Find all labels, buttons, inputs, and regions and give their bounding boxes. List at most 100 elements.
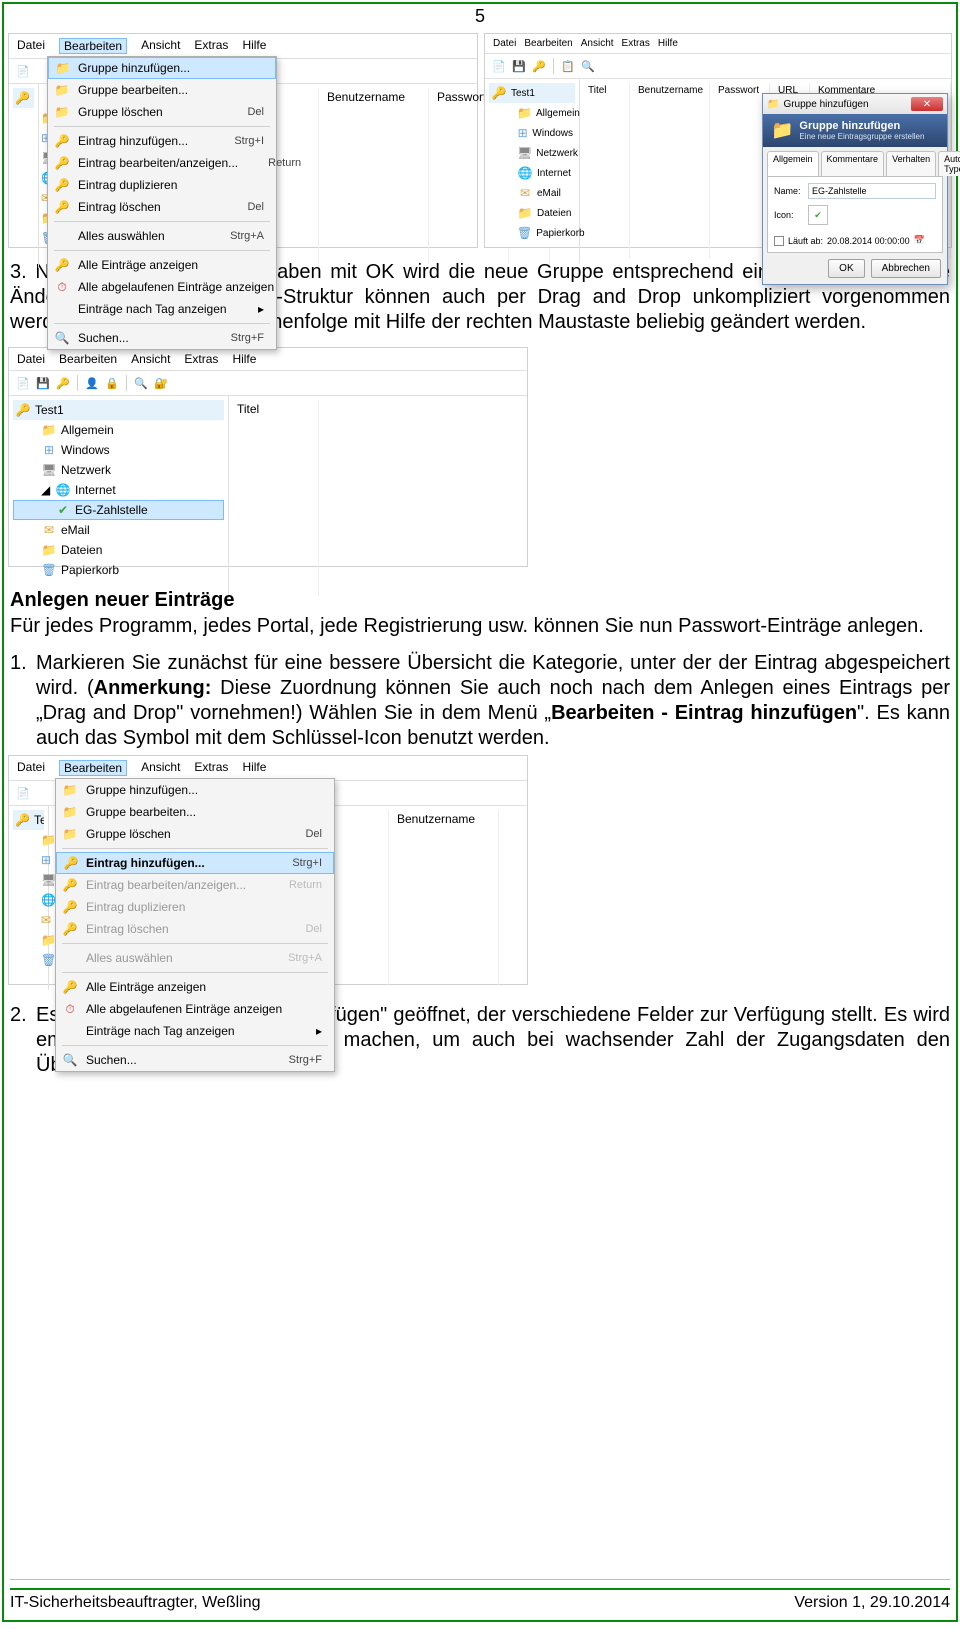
tree-eg-zahlstelle[interactable]: ✔EG-Zahlstelle xyxy=(13,500,224,520)
tree-windows[interactable]: ⊞Windows xyxy=(13,440,224,460)
menu-eintrag-bearbeiten: 🔑 Eintrag bearbeiten/anzeigen... Return xyxy=(56,874,334,896)
menu-gruppe-loeschen[interactable]: 📁 Gruppe löschen Del xyxy=(56,823,334,845)
new-icon[interactable]: 📄 xyxy=(15,785,31,801)
col-titel[interactable]: Titel xyxy=(580,83,630,259)
menu-tag-anzeigen[interactable]: Einträge nach Tag anzeigen▸ xyxy=(48,298,276,320)
expire-value[interactable]: 20.08.2014 00:00:00 xyxy=(827,236,910,246)
search-icon[interactable]: 🔍 xyxy=(133,375,149,391)
menu-bearbeiten[interactable]: Bearbeiten xyxy=(524,38,572,49)
menu-extras[interactable]: Extras xyxy=(622,38,650,49)
menu-eintrag-hinzufuegen[interactable]: 🔑 Eintrag hinzufügen... Strg+I xyxy=(48,130,276,152)
expire-picker-icon[interactable]: 📅 xyxy=(914,235,925,246)
menu-hilfe[interactable]: Hilfe xyxy=(232,352,256,366)
tree-allgemein[interactable]: 📁Allgemein xyxy=(489,103,575,123)
menu-hilfe[interactable]: Hilfe xyxy=(242,760,266,776)
tree-email[interactable]: ✉eMail xyxy=(13,520,224,540)
menu-ansicht[interactable]: Ansicht xyxy=(141,760,180,776)
menu-gruppe-bearbeiten[interactable]: 📁 Gruppe bearbeiten... xyxy=(48,79,276,101)
menu-gruppe-hinzufuegen[interactable]: 📁 Gruppe hinzufügen... xyxy=(48,57,276,79)
menu-extras[interactable]: Extras xyxy=(194,38,228,54)
menu-ansicht[interactable]: Ansicht xyxy=(131,352,170,366)
new-icon[interactable]: 📄 xyxy=(15,375,31,391)
tree-root[interactable]: 🔑Test xyxy=(13,88,34,108)
menu-extras[interactable]: Extras xyxy=(194,760,228,776)
tree-netzwerk[interactable]: 🖥Netzwerk xyxy=(13,460,224,480)
key-icon[interactable]: 🔑 xyxy=(531,58,547,74)
db-icon: 🔑 xyxy=(491,85,507,101)
folder-icon: 📁 xyxy=(517,205,533,221)
menu-suchen[interactable]: 🔍 Suchen... Strg+F xyxy=(48,327,276,349)
menu-eintrag-duplizieren[interactable]: 🔑 Eintrag duplizieren xyxy=(48,174,276,196)
name-input[interactable]: EG-Zahlstelle xyxy=(808,183,936,199)
keepass-window-mid: Datei Bearbeiten Ansicht Extras Hilfe 📄 … xyxy=(8,347,528,567)
col-titel[interactable]: Titel xyxy=(229,400,319,596)
tree-root[interactable]: 🔑Test1 xyxy=(489,83,575,103)
menu-gruppe-hinzufuegen[interactable]: 📁 Gruppe hinzufügen... xyxy=(56,779,334,801)
menu-eintrag-hinzufuegen[interactable]: 🔑 Eintrag hinzufügen... Strg+I xyxy=(56,852,334,874)
new-icon[interactable]: 📄 xyxy=(491,58,507,74)
save-icon[interactable]: 💾 xyxy=(35,375,51,391)
db-icon: 🔑 xyxy=(15,812,30,828)
search-icon[interactable]: 🔍 xyxy=(580,58,596,74)
tree-windows[interactable]: ⊞Windows xyxy=(489,123,575,143)
menu-gruppe-loeschen[interactable]: 📁 Gruppe löschen Del xyxy=(48,101,276,123)
menu-hilfe[interactable]: Hilfe xyxy=(242,38,266,54)
menu-bearbeiten[interactable]: Bearbeiten xyxy=(59,760,127,776)
menu-alles-auswaehlen[interactable]: Alles auswählen Strg+A xyxy=(48,225,276,247)
tab-kommentare[interactable]: Kommentare xyxy=(821,151,885,176)
tree-email[interactable]: ✉eMail xyxy=(489,183,575,203)
menu-tag-anzeigen[interactable]: Einträge nach Tag anzeigen▸ xyxy=(56,1020,334,1042)
col-benutzer[interactable]: Benutzername xyxy=(389,810,499,986)
tree-allgemein[interactable]: 📁Allgemein xyxy=(13,420,224,440)
tree-papierkorb[interactable]: 🗑Papierkorb xyxy=(489,223,575,243)
menu-alle-anzeigen[interactable]: 🔑 Alle Einträge anzeigen xyxy=(48,254,276,276)
db-icon: 🔑 xyxy=(15,90,30,106)
menu-eintrag-bearbeiten[interactable]: 🔑 Eintrag bearbeiten/anzeigen... Return xyxy=(48,152,276,174)
col-benutzer[interactable]: Benutzername xyxy=(319,88,429,264)
tree-root[interactable]: 🔑Test1 xyxy=(13,400,224,420)
pass-copy-icon[interactable]: 🔒 xyxy=(104,375,120,391)
col-passwort[interactable]: Passwort xyxy=(710,83,770,259)
tree-papierkorb[interactable]: 🗑Papierkorb xyxy=(13,560,224,580)
tab-verhalten[interactable]: Verhalten xyxy=(886,151,936,176)
menu-hilfe[interactable]: Hilfe xyxy=(658,38,678,49)
lock-icon[interactable]: 🔐 xyxy=(153,375,169,391)
close-icon[interactable]: ✕ xyxy=(911,97,943,111)
menu-eintrag-loeschen[interactable]: 🔑 Eintrag löschen Del xyxy=(48,196,276,218)
tree-root[interactable]: 🔑Test xyxy=(13,810,44,830)
tree-dateien[interactable]: 📁Dateien xyxy=(13,540,224,560)
col-benutzer[interactable]: Benutzername xyxy=(630,83,710,259)
new-icon[interactable]: 📄 xyxy=(15,63,31,79)
cancel-button[interactable]: Abbrechen xyxy=(871,259,941,278)
key-icon[interactable]: 🔑 xyxy=(55,375,71,391)
menu-datei[interactable]: Datei xyxy=(17,760,45,776)
save-icon[interactable]: 💾 xyxy=(511,58,527,74)
tree-internet[interactable]: ◢🌐Internet xyxy=(13,480,224,500)
user-copy-icon[interactable]: 👤 xyxy=(84,375,100,391)
dialog-titlebar[interactable]: 📁 Gruppe hinzufügen ✕ xyxy=(763,94,947,114)
tree-netzwerk[interactable]: 🖥Netzwerk xyxy=(489,143,575,163)
menu-extras[interactable]: Extras xyxy=(184,352,218,366)
menu-abgelaufene-anzeigen[interactable]: ⏱ Alle abgelaufenen Einträge anzeigen xyxy=(56,998,334,1020)
menu-suchen[interactable]: 🔍 Suchen... Strg+F xyxy=(56,1049,334,1071)
menu-bearbeiten[interactable]: Bearbeiten xyxy=(59,352,117,366)
menu-ansicht[interactable]: Ansicht xyxy=(141,38,180,54)
key-edit-icon: 🔑 xyxy=(62,877,78,893)
tab-autotype[interactable]: Auto-Type xyxy=(938,151,960,176)
menu-bearbeiten[interactable]: Bearbeiten xyxy=(59,38,127,54)
menu-abgelaufene-anzeigen[interactable]: ⏱ Alle abgelaufenen Einträge anzeigen xyxy=(48,276,276,298)
tab-allgemein[interactable]: Allgemein xyxy=(767,151,819,176)
menu-ansicht[interactable]: Ansicht xyxy=(581,38,614,49)
expire-checkbox[interactable] xyxy=(774,236,784,246)
menu-datei[interactable]: Datei xyxy=(17,352,45,366)
icon-picker[interactable]: ✔ xyxy=(808,205,828,225)
menu-datei[interactable]: Datei xyxy=(493,38,516,49)
menu-datei[interactable]: Datei xyxy=(17,38,45,54)
menu-gruppe-bearbeiten[interactable]: 📁 Gruppe bearbeiten... xyxy=(56,801,334,823)
key-delete-icon: 🔑 xyxy=(54,199,70,215)
tree-dateien[interactable]: 📁Dateien xyxy=(489,203,575,223)
tree-internet[interactable]: 🌐Internet xyxy=(489,163,575,183)
ok-button[interactable]: OK xyxy=(828,259,864,278)
copy-icon[interactable]: 📋 xyxy=(560,58,576,74)
menu-alle-anzeigen[interactable]: 🔑 Alle Einträge anzeigen xyxy=(56,976,334,998)
